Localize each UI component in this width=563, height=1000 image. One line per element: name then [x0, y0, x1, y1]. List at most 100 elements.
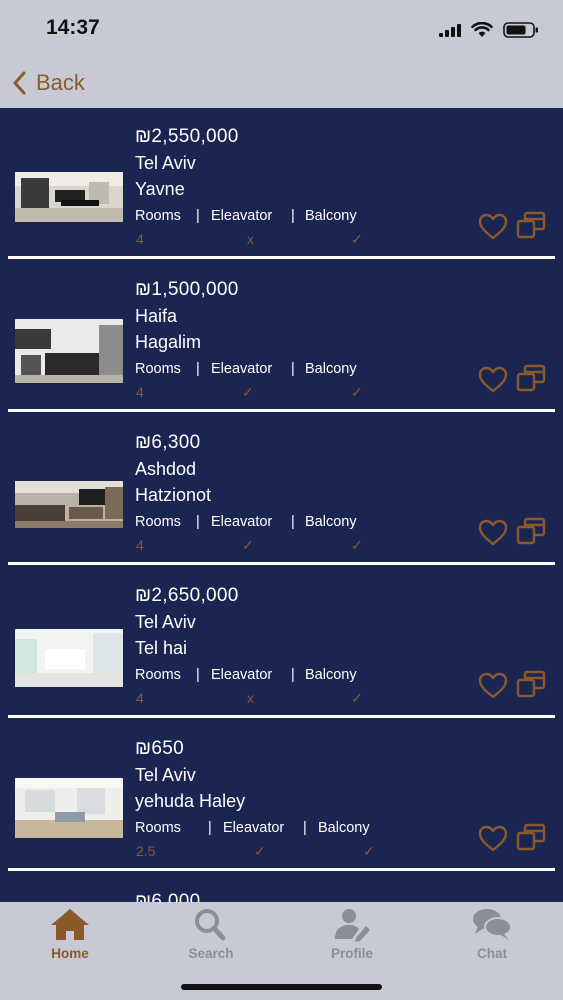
home-indicator [181, 984, 382, 990]
listing-list[interactable]: ₪2,550,000 Tel Aviv Yavne Rooms | Eleava… [0, 108, 563, 902]
elevator-label: Eleavator [223, 820, 285, 836]
elevator-value: ✓ [242, 384, 254, 400]
chevron-left-icon [13, 71, 26, 95]
rooms-value: 4 [136, 384, 144, 400]
listing-card[interactable]: ₪2,550,000 Tel Aviv Yavne Rooms | Eleava… [0, 108, 563, 261]
listing-divider [8, 409, 555, 412]
tab-profile[interactable]: Profile [302, 906, 402, 966]
heart-icon[interactable] [477, 824, 509, 852]
property-photo [15, 172, 123, 222]
rooms-value: 4 [136, 690, 144, 706]
listing-street: yehuda Haley [135, 791, 246, 811]
rooms-value: 4 [136, 231, 144, 247]
elevator-value: ✓ [254, 843, 266, 859]
balcony-label: Balcony [305, 514, 357, 530]
tab-label: Search [188, 946, 234, 961]
separator: | [291, 208, 295, 224]
tab-chat[interactable]: Chat [442, 906, 542, 966]
listing-city: Tel Aviv [135, 153, 196, 173]
property-photo [15, 481, 123, 528]
back-button[interactable]: Back [12, 68, 85, 98]
balcony-value: ✓ [351, 231, 363, 247]
balcony-label: Balcony [318, 820, 370, 836]
tab-search[interactable]: Search [161, 906, 261, 966]
rooms-label: Rooms [135, 361, 181, 377]
status-bar: 14:37 [0, 0, 563, 58]
home-icon [51, 909, 89, 940]
battery-icon [503, 22, 538, 38]
profile-icon [335, 909, 370, 942]
balcony-value: ✓ [351, 690, 363, 706]
signal-icon [439, 23, 461, 37]
rooms-label: Rooms [135, 820, 181, 836]
property-photo [15, 319, 123, 383]
listing-city: Haifa [135, 306, 178, 326]
listing-street: Hagalim [135, 332, 202, 352]
tab-home[interactable]: Home [20, 906, 120, 966]
nav-bar: Back [0, 58, 563, 108]
listing-card[interactable]: ₪6,300 Ashdod Hatzionot Rooms | Eleavato… [0, 414, 563, 567]
balcony-value: ✓ [363, 843, 375, 859]
copy-icon[interactable] [515, 822, 547, 852]
rooms-label: Rooms [135, 667, 181, 683]
copy-icon[interactable] [515, 669, 547, 699]
listing-divider [8, 562, 555, 565]
rooms-value: 2.5 [136, 843, 156, 859]
listing-price: ₪2,650,000 [135, 585, 239, 606]
rooms-label: Rooms [135, 514, 181, 530]
listing-price: ₪6,000 [135, 891, 201, 902]
heart-icon[interactable] [477, 212, 509, 240]
separator: | [196, 514, 200, 530]
back-label: Back [36, 70, 85, 95]
elevator-value: x [247, 690, 254, 706]
status-time: 14:37 [46, 16, 100, 39]
copy-icon[interactable] [515, 363, 547, 393]
heart-icon[interactable] [477, 671, 509, 699]
listing-price: ₪2,550,000 [135, 126, 239, 147]
listing-price: ₪6,300 [135, 432, 201, 453]
separator: | [291, 667, 295, 683]
listing-price: ₪650 [135, 738, 185, 759]
tab-label: Profile [330, 946, 373, 961]
listing-card[interactable]: ₪2,650,000 Tel Aviv Tel hai Rooms | Elea… [0, 567, 563, 720]
listing-divider [8, 715, 555, 718]
listing-city: Tel Aviv [135, 765, 196, 785]
listing-city: Tel Aviv [135, 612, 196, 632]
balcony-label: Balcony [305, 667, 357, 683]
rooms-value: 4 [136, 537, 144, 553]
listing-price: ₪1,500,000 [135, 279, 239, 300]
listing-street: Tel hai [135, 638, 188, 658]
wifi-icon [471, 22, 493, 37]
separator: | [291, 361, 295, 377]
listing-divider [8, 256, 555, 259]
balcony-label: Balcony [305, 208, 357, 224]
elevator-label: Eleavator [211, 514, 273, 530]
listing-card[interactable]: ₪1,500,000 Haifa Hagalim Rooms | Eleavat… [0, 261, 563, 414]
separator: | [291, 514, 295, 530]
separator: | [208, 820, 212, 836]
elevator-label: Eleavator [211, 361, 273, 377]
balcony-value: ✓ [351, 537, 363, 553]
listing-card[interactable]: ₪650 Tel Aviv yehuda Haley Rooms | Eleav… [0, 720, 563, 873]
balcony-value: ✓ [351, 384, 363, 400]
listing-card[interactable]: ₪6,000 [0, 873, 563, 902]
copy-icon[interactable] [515, 210, 547, 240]
rooms-label: Rooms [135, 208, 181, 224]
heart-icon[interactable] [477, 365, 509, 393]
balcony-label: Balcony [305, 361, 357, 377]
heart-icon[interactable] [477, 518, 509, 546]
chat-icon [473, 909, 512, 940]
elevator-label: Eleavator [211, 208, 273, 224]
status-icons [439, 20, 539, 40]
separator: | [196, 208, 200, 224]
listing-city: Ashdod [135, 459, 197, 479]
elevator-value: x [247, 231, 254, 247]
separator: | [196, 667, 200, 683]
elevator-value: ✓ [242, 537, 254, 553]
separator: | [303, 820, 307, 836]
listing-street: Yavne [135, 179, 185, 199]
tab-label: Home [51, 946, 89, 961]
elevator-label: Eleavator [211, 667, 273, 683]
property-photo [15, 629, 123, 687]
copy-icon[interactable] [515, 516, 547, 546]
